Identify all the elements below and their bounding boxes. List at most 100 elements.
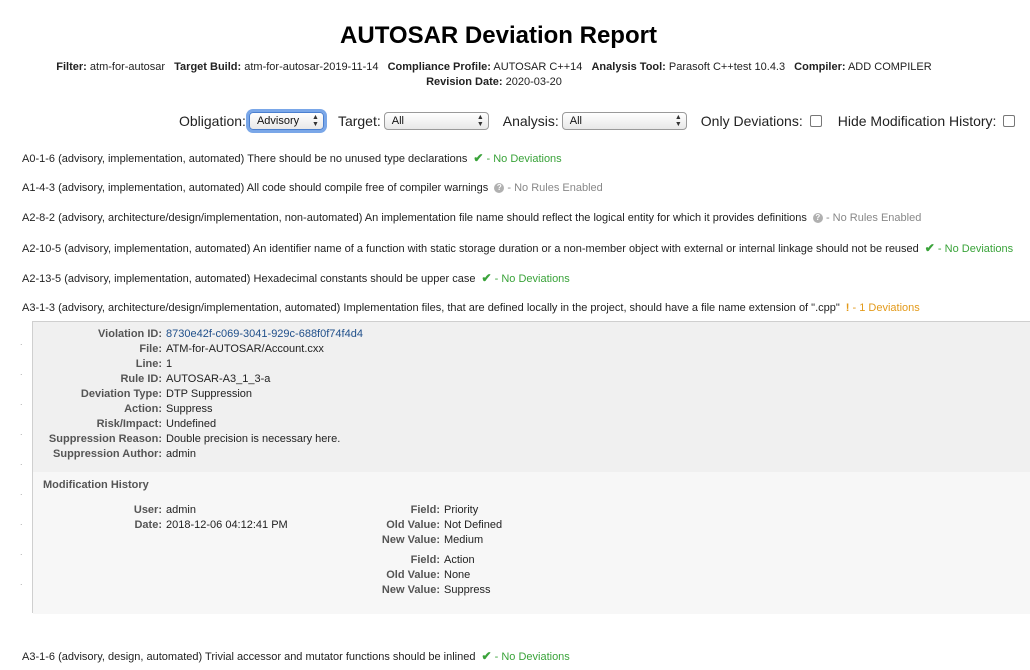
field-value: Priority — [444, 504, 479, 516]
date-label: Date: — [134, 519, 162, 531]
user-label: User: — [133, 504, 162, 516]
field-value: Action — [444, 554, 475, 566]
new-value-label: New Value: — [381, 534, 440, 546]
check-icon: ✔ — [481, 271, 492, 285]
rule-row[interactable]: A3-1-3 (advisory, architecture/design/im… — [22, 301, 920, 315]
violation-id-link[interactable]: 8730e42f-c069-3041-929c-688f0f74f4d4 — [166, 328, 363, 340]
old-value: None — [444, 569, 471, 581]
divider: . — [20, 397, 23, 407]
target-label: Target: — [337, 113, 381, 129]
rule-text: A3-1-3 (advisory, architecture/design/im… — [22, 302, 840, 314]
divider: . — [20, 517, 23, 527]
report-page: AUTOSAR Deviation Report Filter: atm-for… — [0, 0, 1030, 670]
filter-label: Filter: — [56, 61, 87, 73]
profile-label: Compliance Profile: — [387, 61, 491, 73]
deviation-type-label: Deviation Type: — [80, 388, 162, 400]
date-value: 2018-12-06 04:12:41 PM — [166, 519, 288, 531]
field-label: Field: — [410, 504, 440, 516]
target-value: All — [391, 115, 404, 127]
check-icon: ✔ — [473, 151, 484, 165]
analysis-value: All — [569, 115, 583, 127]
question-icon: ? — [494, 183, 505, 194]
file-label: File: — [139, 343, 162, 355]
revision-label: Revision Date: — [426, 76, 503, 88]
rule-row[interactable]: A0-1-6 (advisory, implementation, automa… — [22, 151, 562, 165]
history-title: Modification History — [43, 479, 149, 491]
divider: . — [20, 427, 23, 437]
page-title: AUTOSAR Deviation Report — [340, 22, 657, 49]
filter-bar: Obligation: Advisory ▲ ▼ Target: All ▲ ▼ A… — [179, 111, 1016, 131]
rule-status: - No Deviations — [486, 153, 562, 165]
report-meta: Filter: atm-for-autosar Target Build: at… — [0, 61, 988, 73]
tool-label: Analysis Tool: — [591, 61, 666, 73]
reason-value: Double precision is necessary here. — [166, 433, 341, 445]
select-arrows-icon: ▲ ▼ — [312, 114, 319, 128]
obligation-label: Obligation: — [179, 113, 246, 129]
revision-line: Revision Date: 2020-03-20 — [0, 76, 988, 88]
select-arrows-icon: ▲ ▼ — [476, 114, 484, 128]
only-deviations-label: Only Deviations: — [700, 113, 803, 129]
rule-text: A0-1-6 (advisory, implementation, automa… — [22, 153, 468, 165]
revision-value: 2020-03-20 — [505, 76, 562, 88]
analysis-label: Analysis: — [502, 113, 559, 129]
compiler-value: ADD COMPILER — [847, 61, 932, 73]
file-value: ATM-for-AUTOSAR/Account.cxx — [166, 343, 324, 355]
rule-id-label: Rule ID: — [120, 373, 162, 385]
obligation-value: Advisory — [256, 115, 300, 127]
rule-text: A2-13-5 (advisory, implementation, autom… — [22, 273, 476, 285]
old-value: Not Defined — [444, 519, 503, 531]
new-value: Medium — [444, 534, 484, 546]
analysis-select[interactable]: All ▲ ▼ — [561, 112, 687, 130]
rule-text: A2-8-2 (advisory, architecture/design/im… — [22, 212, 807, 224]
field-label: Field: — [410, 554, 440, 566]
author-label: Suppression Author: — [53, 448, 162, 460]
rule-status: - No Deviations — [494, 651, 570, 663]
profile-value: AUTOSAR C++14 — [493, 61, 583, 73]
rule-status: - No Rules Enabled — [507, 182, 603, 194]
hide-history-checkbox[interactable] — [1003, 115, 1016, 127]
divider: . — [20, 367, 23, 377]
divider: . — [20, 547, 23, 557]
deviation-details: Violation ID: 8730e42f-c069-3041-929c-688… — [32, 321, 1030, 614]
action-label: Action: — [124, 403, 162, 415]
action-value: Suppress — [166, 403, 213, 415]
divider: . — [20, 337, 23, 347]
check-icon: ✔ — [481, 649, 492, 663]
obligation-select[interactable]: Advisory ▲ ▼ — [248, 112, 324, 130]
rule-id-value: AUTOSAR-A3_1_3-a — [166, 373, 271, 385]
deviation-type-value: DTP Suppression — [166, 388, 253, 400]
risk-label: Risk/Impact: — [96, 418, 162, 430]
reason-label: Suppression Reason: — [48, 433, 162, 445]
rule-row[interactable]: A1-4-3 (advisory, implementation, automa… — [22, 181, 603, 195]
line-value: 1 — [166, 358, 173, 370]
check-icon: ✔ — [924, 241, 935, 255]
divider: . — [20, 487, 23, 497]
filter-value: atm-for-autosar — [89, 61, 166, 73]
violation-id-label: Violation ID: — [98, 328, 162, 340]
rule-row[interactable]: A3-1-6 (advisory, design, automated) Tri… — [22, 649, 570, 663]
new-value: Suppress — [444, 584, 491, 596]
old-value-label: Old Value: — [386, 569, 440, 581]
target-select[interactable]: All ▲ ▼ — [383, 112, 489, 130]
build-value: atm-for-autosar-2019-11-14 — [244, 61, 379, 73]
rule-status: - 1 Deviations — [852, 302, 920, 314]
hide-history-label: Hide Modification History: — [837, 113, 997, 129]
modification-history: Modification History User: admin Date: 201… — [33, 472, 1030, 614]
divider: . — [20, 457, 23, 467]
rule-row[interactable]: A2-8-2 (advisory, architecture/design/im… — [22, 211, 921, 225]
tool-value: Parasoft C++test 10.4.3 — [668, 61, 786, 73]
violation-info: Violation ID: 8730e42f-c069-3041-929c-688… — [33, 322, 1030, 473]
old-value-label: Old Value: — [386, 519, 440, 531]
question-icon: ? — [812, 213, 823, 224]
new-value-label: New Value: — [381, 584, 440, 596]
only-deviations-checkbox[interactable] — [809, 115, 822, 127]
rule-row[interactable]: A2-10-5 (advisory, implementation, autom… — [22, 241, 1013, 255]
rule-status: - No Deviations — [494, 273, 570, 285]
line-label: Line: — [135, 358, 162, 370]
rule-text: A1-4-3 (advisory, implementation, automa… — [22, 182, 489, 194]
rule-row[interactable]: A2-13-5 (advisory, implementation, autom… — [22, 271, 570, 285]
warning-icon: ! — [845, 302, 850, 314]
rule-status: - No Deviations — [937, 243, 1014, 255]
divider: . — [20, 577, 23, 587]
author-value: admin — [166, 448, 196, 460]
